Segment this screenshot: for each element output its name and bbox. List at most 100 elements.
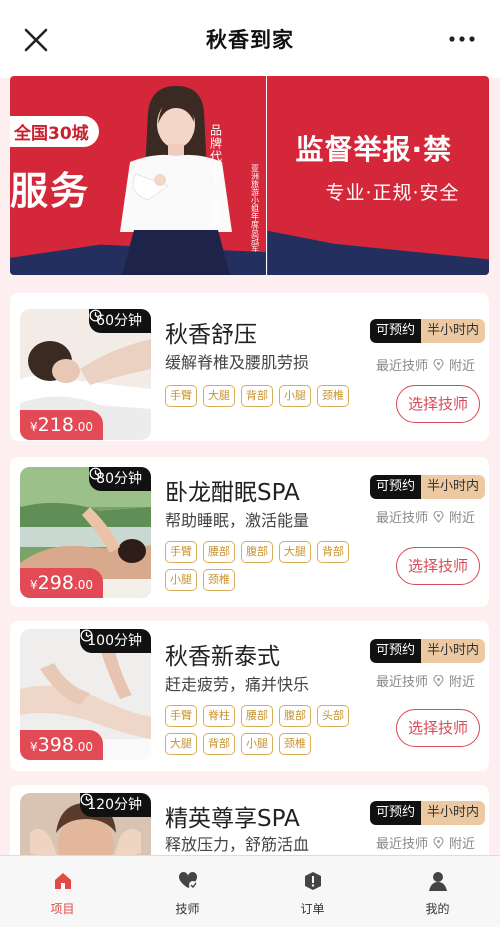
- service-card[interactable]: 60分钟 ¥218.00 秋香舒压 缓解脊椎及腰肌劳损 手臂 大腿 背部 小腿 …: [10, 293, 489, 441]
- location-pin-icon: [433, 510, 444, 523]
- duration-text: 80分钟: [96, 471, 142, 487]
- promo-banner[interactable]: 全国30城 服务 品牌代言人：夏双 亚洲旅游小姐年度总冠军 监督举报·禁 专业·…: [10, 76, 489, 275]
- tab-label: 我的: [425, 902, 450, 916]
- service-card[interactable]: 100分钟 ¥398.00 秋香新泰式 赶走疲劳，痛并快乐 手臂 脊柱 腰部 腹…: [10, 621, 489, 771]
- currency-symbol: ¥: [30, 420, 38, 434]
- body-part-tag: 小腿: [241, 733, 273, 755]
- price-decimal: .00: [73, 578, 93, 592]
- location-label: 附近: [449, 359, 476, 374]
- availability-badge: 可预约 半小时内: [370, 801, 486, 825]
- choose-therapist-button[interactable]: 选择技师: [396, 547, 480, 585]
- location-label: 附近: [449, 837, 476, 852]
- banner-report-subline: 专业·正规·安全: [325, 182, 460, 204]
- status-text: 可预约: [370, 639, 422, 663]
- body-part-tag: 颈椎: [279, 733, 311, 755]
- banner-report-headline: 监督举报·禁: [295, 133, 453, 166]
- duration-badge: 100分钟: [80, 629, 151, 653]
- nearest-tech-label: 最近技师: [376, 675, 429, 690]
- choose-therapist-button[interactable]: 选择技师: [396, 385, 480, 423]
- app-screen: 秋香到家 全国30城 服务 品牌代言人：夏双 亚洲旅游小姐年度总冠军 监督举报·…: [0, 0, 500, 927]
- duration-text: 100分钟: [87, 633, 142, 649]
- price-decimal: .00: [73, 420, 93, 434]
- body-part-tag: 大腿: [203, 385, 235, 407]
- clock-icon: [89, 467, 102, 480]
- body-part-tag: 手臂: [165, 705, 197, 727]
- body-part-tag: 小腿: [279, 385, 311, 407]
- tab-projects[interactable]: 项目: [0, 856, 125, 927]
- nearest-tech-info: 最近技师 附近: [376, 355, 475, 374]
- tab-label: 技师: [175, 902, 200, 916]
- banner-navy-band-2: [267, 230, 489, 275]
- body-part-tag: 背部: [317, 541, 349, 563]
- nearest-tech-info: 最近技师 附近: [376, 671, 475, 690]
- service-desc: 缓解脊椎及腰肌劳损: [165, 353, 310, 372]
- order-icon: [304, 872, 321, 890]
- service-name: 精英尊享SPA: [165, 806, 300, 832]
- body-part-tag: 腹部: [279, 705, 311, 727]
- bottom-tab-bar: 项目 技师 订单 我的: [0, 855, 500, 927]
- ambassador-subcaption: 亚洲旅游小姐年度总冠军: [250, 164, 260, 252]
- price-value: 218: [37, 414, 74, 436]
- eta-text: 半小时内: [421, 475, 486, 499]
- service-desc: 帮助睡眠，激活能量: [165, 511, 310, 530]
- duration-badge: 120分钟: [80, 793, 151, 817]
- ambassador-caption: 品牌代言人：夏双: [208, 124, 223, 228]
- price-value: 298: [37, 572, 74, 594]
- service-name: 卧龙酣眠SPA: [165, 480, 300, 506]
- eta-text: 半小时内: [421, 639, 486, 663]
- tab-label: 项目: [50, 902, 75, 916]
- price-decimal: .00: [73, 740, 93, 754]
- duration-text: 120分钟: [87, 797, 142, 813]
- service-thumbnail: 100分钟 ¥398.00: [20, 629, 151, 760]
- service-desc: 赶走疲劳，痛并快乐: [165, 675, 310, 694]
- body-part-tags: 手臂 大腿 背部 小腿 颈椎: [165, 385, 370, 407]
- location-pin-icon: [433, 674, 444, 687]
- duration-badge: 80分钟: [89, 467, 151, 491]
- page-title: 秋香到家: [206, 28, 294, 52]
- banner-slide-ambassador[interactable]: 全国30城 服务 品牌代言人：夏双 亚洲旅游小姐年度总冠军: [10, 76, 267, 275]
- top-bar: 秋香到家: [0, 0, 500, 78]
- availability-badge: 可预约 半小时内: [370, 319, 486, 343]
- body-part-tag: 腰部: [203, 541, 235, 563]
- body-part-tag: 脊柱: [203, 705, 235, 727]
- body-part-tags: 手臂 腰部 腹部 大腿 背部 小腿 颈椎: [165, 541, 370, 591]
- body-part-tag: 手臂: [165, 541, 197, 563]
- heart-hands-icon: [178, 871, 197, 889]
- service-thumbnail: 60分钟 ¥218.00: [20, 309, 151, 440]
- location-pin-icon: [433, 836, 444, 849]
- close-icon[interactable]: [22, 26, 50, 54]
- body-part-tag: 腹部: [241, 541, 273, 563]
- service-name: 秋香新泰式: [165, 644, 280, 670]
- availability-badge: 可预约 半小时内: [370, 639, 486, 663]
- body-part-tags: 手臂 脊柱 腰部 腹部 头部 大腿 背部 小腿 颈椎: [165, 705, 370, 755]
- body-part-tag: 手臂: [165, 385, 197, 407]
- body-part-tag: 背部: [241, 385, 273, 407]
- body-part-tag: 小腿: [165, 569, 197, 591]
- tab-mine[interactable]: 我的: [375, 856, 500, 927]
- service-card[interactable]: 80分钟 ¥298.00 卧龙酣眠SPA 帮助睡眠，激活能量 手臂 腰部 腹部 …: [10, 457, 489, 607]
- service-desc: 释放压力，舒筋活血: [165, 835, 310, 854]
- location-label: 附近: [449, 511, 476, 526]
- location-pin-icon: [433, 358, 444, 371]
- body-part-tag: 头部: [317, 705, 349, 727]
- tab-therapists[interactable]: 技师: [125, 856, 250, 927]
- nearest-tech-info: 最近技师 附近: [376, 507, 475, 526]
- choose-therapist-button[interactable]: 选择技师: [396, 709, 480, 747]
- more-icon[interactable]: [448, 28, 476, 50]
- nearest-tech-info: 最近技师 附近: [376, 833, 475, 852]
- body-part-tag: 腰部: [241, 705, 273, 727]
- currency-symbol: ¥: [30, 578, 38, 592]
- body-part-tag: 大腿: [165, 733, 197, 755]
- banner-headline: 服务: [10, 169, 91, 213]
- clock-icon: [80, 793, 93, 806]
- status-text: 可预约: [370, 475, 422, 499]
- duration-badge: 60分钟: [89, 309, 151, 333]
- nearest-tech-label: 最近技师: [376, 837, 429, 852]
- price-badge: ¥298.00: [20, 568, 103, 598]
- tab-orders[interactable]: 订单: [250, 856, 375, 927]
- banner-slide-report[interactable]: 监督举报·禁 专业·正规·安全: [267, 76, 489, 275]
- clock-icon: [89, 309, 102, 322]
- clock-icon: [80, 629, 93, 642]
- nearest-tech-label: 最近技师: [376, 359, 429, 374]
- duration-text: 60分钟: [96, 313, 142, 329]
